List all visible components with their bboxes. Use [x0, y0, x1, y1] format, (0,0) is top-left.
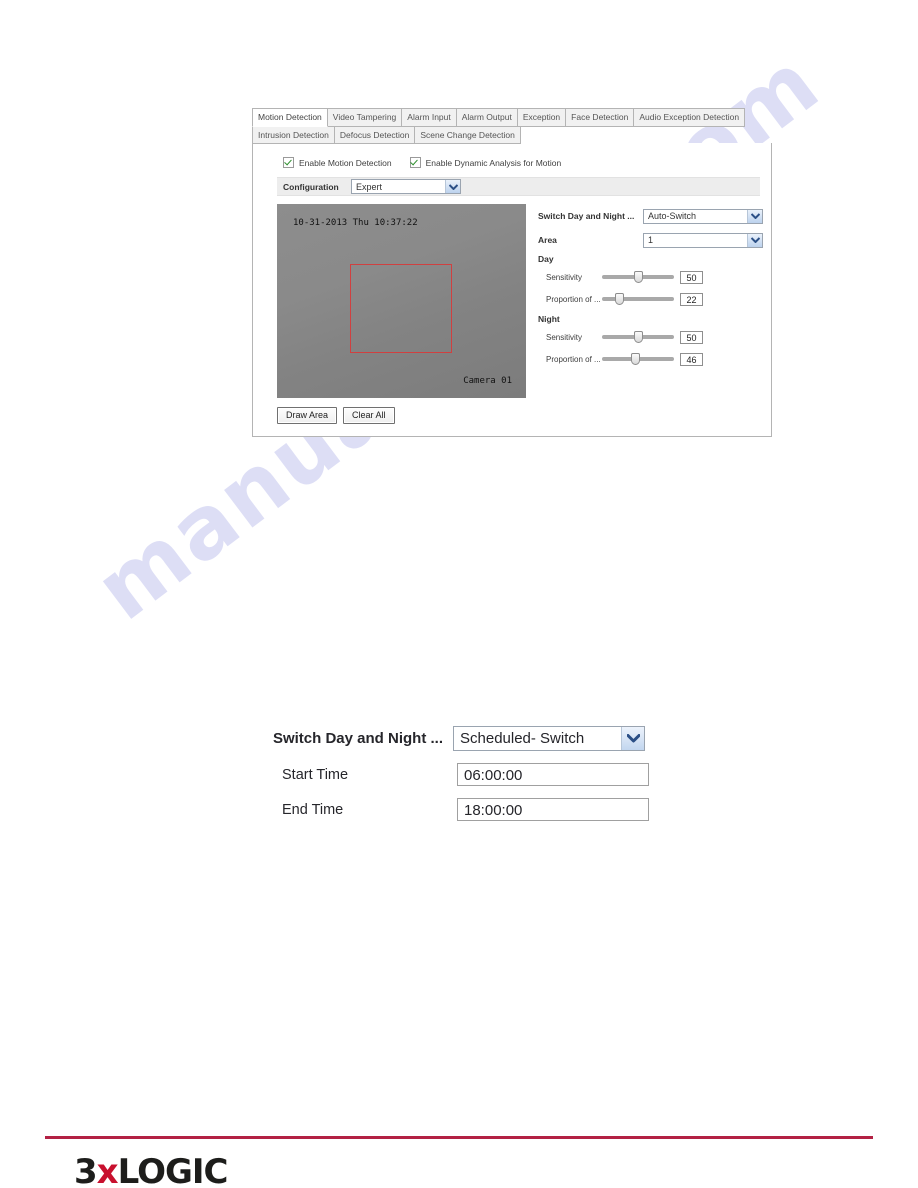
night-sensitivity-value[interactable]: 50 — [680, 330, 703, 344]
logo-accent: x — [96, 1155, 119, 1188]
detail-switch-day-night-row: Switch Day and Night ... Scheduled- Swit… — [268, 726, 668, 751]
night-sensitivity-slider[interactable] — [602, 331, 674, 343]
video-preview[interactable]: 10-31-2013 Thu 10:37:22 Camera 01 — [277, 204, 526, 398]
day-proportion-label: Proportion of ... — [546, 294, 601, 304]
tab-video-tampering[interactable]: Video Tampering — [326, 108, 403, 127]
night-proportion-slider[interactable] — [602, 353, 674, 365]
enable-motion-detection-checkbox[interactable]: Enable Motion Detection — [283, 157, 392, 168]
night-proportion-label: Proportion of ... — [546, 354, 601, 364]
detail-end-time-row: End Time 18:00:00 — [268, 798, 668, 821]
area-row: Area 1 — [538, 230, 771, 250]
settings-column: Switch Day and Night ... Auto-Switch Are… — [526, 204, 771, 398]
detail-start-time-label: Start Time — [282, 766, 349, 783]
tab-alarm-input[interactable]: Alarm Input — [401, 108, 457, 127]
configuration-row: Configuration Expert — [277, 177, 760, 196]
switch-day-night-row: Switch Day and Night ... Auto-Switch — [538, 206, 771, 226]
tab-alarm-output[interactable]: Alarm Output — [455, 108, 518, 127]
night-group-heading: Night — [538, 314, 560, 324]
tab-motion-detection[interactable]: Motion Detection — [252, 108, 328, 127]
footer-divider — [45, 1136, 873, 1139]
preview-button-row: Draw Area Clear All — [277, 407, 771, 424]
area-label: Area — [538, 235, 557, 245]
day-proportion-value[interactable]: 22 — [680, 292, 703, 306]
day-sensitivity-value[interactable]: 50 — [680, 270, 703, 284]
night-proportion-value[interactable]: 46 — [680, 352, 703, 366]
day-sensitivity-label: Sensitivity — [546, 272, 583, 282]
panel-content: 10-31-2013 Thu 10:37:22 Camera 01 Switch… — [277, 204, 771, 398]
logo-suffix: LOGIC — [117, 1155, 228, 1188]
night-sensitivity-row: Sensitivity 50 — [538, 326, 771, 348]
enable-checkbox-row: Enable Motion Detection Enable Dynamic A… — [253, 143, 771, 168]
switch-day-night-select[interactable]: Auto-Switch — [643, 208, 763, 224]
motion-detection-panel-body: Enable Motion Detection Enable Dynamic A… — [252, 143, 772, 437]
chevron-down-icon[interactable] — [747, 233, 762, 247]
preview-camera-label: Camera 01 — [463, 376, 512, 386]
configuration-value: Expert — [356, 181, 383, 192]
tab-audio-exception-detection[interactable]: Audio Exception Detection — [633, 108, 746, 127]
motion-area-rectangle[interactable] — [350, 264, 452, 353]
draw-area-button[interactable]: Draw Area — [277, 407, 338, 424]
night-sensitivity-label: Sensitivity — [546, 332, 583, 342]
slider-knob[interactable] — [631, 353, 640, 365]
area-select[interactable]: 1 — [643, 232, 763, 248]
tab-defocus-detection[interactable]: Defocus Detection — [333, 125, 416, 144]
tab-scene-change-detection[interactable]: Scene Change Detection — [414, 125, 521, 144]
slider-knob[interactable] — [634, 331, 643, 343]
day-group-heading: Day — [538, 254, 554, 264]
tab-strip: Motion Detection Video Tampering Alarm I… — [252, 108, 772, 144]
detail-switch-day-night-select[interactable]: Scheduled- Switch — [453, 726, 645, 751]
configuration-select[interactable]: Expert — [351, 179, 461, 194]
tab-intrusion-detection[interactable]: Intrusion Detection — [252, 125, 335, 144]
slider-knob[interactable] — [634, 271, 643, 283]
detail-end-time-label: End Time — [282, 801, 344, 818]
enable-dynamic-analysis-label: Enable Dynamic Analysis for Motion — [425, 157, 562, 168]
end-time-input[interactable]: 18:00:00 — [457, 798, 649, 821]
area-value: 1 — [648, 235, 654, 245]
enable-motion-detection-label: Enable Motion Detection — [299, 157, 392, 168]
preview-timestamp: 10-31-2013 Thu 10:37:22 — [293, 218, 418, 228]
clear-all-button[interactable]: Clear All — [343, 407, 395, 424]
day-sensitivity-row: Sensitivity 50 — [538, 266, 771, 288]
configuration-label: Configuration — [283, 181, 339, 192]
tab-face-detection[interactable]: Face Detection — [565, 108, 635, 127]
day-proportion-row: Proportion of ... 22 — [538, 288, 771, 310]
switch-day-night-value: Auto-Switch — [648, 211, 697, 221]
chevron-down-icon[interactable] — [445, 180, 460, 193]
checkmark-icon — [409, 157, 421, 168]
scheduled-switch-detail: Switch Day and Night ... Scheduled- Swit… — [268, 726, 668, 833]
slider-knob[interactable] — [615, 293, 624, 305]
switch-day-night-label: Switch Day and Night ... — [538, 211, 635, 221]
enable-dynamic-analysis-checkbox[interactable]: Enable Dynamic Analysis for Motion — [409, 157, 562, 168]
tab-exception[interactable]: Exception — [516, 108, 567, 127]
start-time-input[interactable]: 06:00:00 — [457, 763, 649, 786]
night-proportion-row: Proportion of ... 46 — [538, 348, 771, 370]
detail-switch-day-night-label: Switch Day and Night ... — [272, 730, 443, 747]
company-logo: 3xLOGIC — [74, 1155, 227, 1188]
chevron-down-icon[interactable] — [747, 209, 762, 223]
motion-detection-screenshot: Motion Detection Video Tampering Alarm I… — [252, 108, 772, 437]
logo-prefix: 3 — [74, 1155, 98, 1188]
detail-start-time-row: Start Time 06:00:00 — [268, 763, 668, 786]
day-proportion-slider[interactable] — [602, 293, 674, 305]
detail-switch-day-night-value: Scheduled- Switch — [460, 730, 585, 747]
checkmark-icon — [283, 157, 294, 168]
chevron-down-icon[interactable] — [621, 727, 644, 750]
day-sensitivity-slider[interactable] — [602, 271, 674, 283]
